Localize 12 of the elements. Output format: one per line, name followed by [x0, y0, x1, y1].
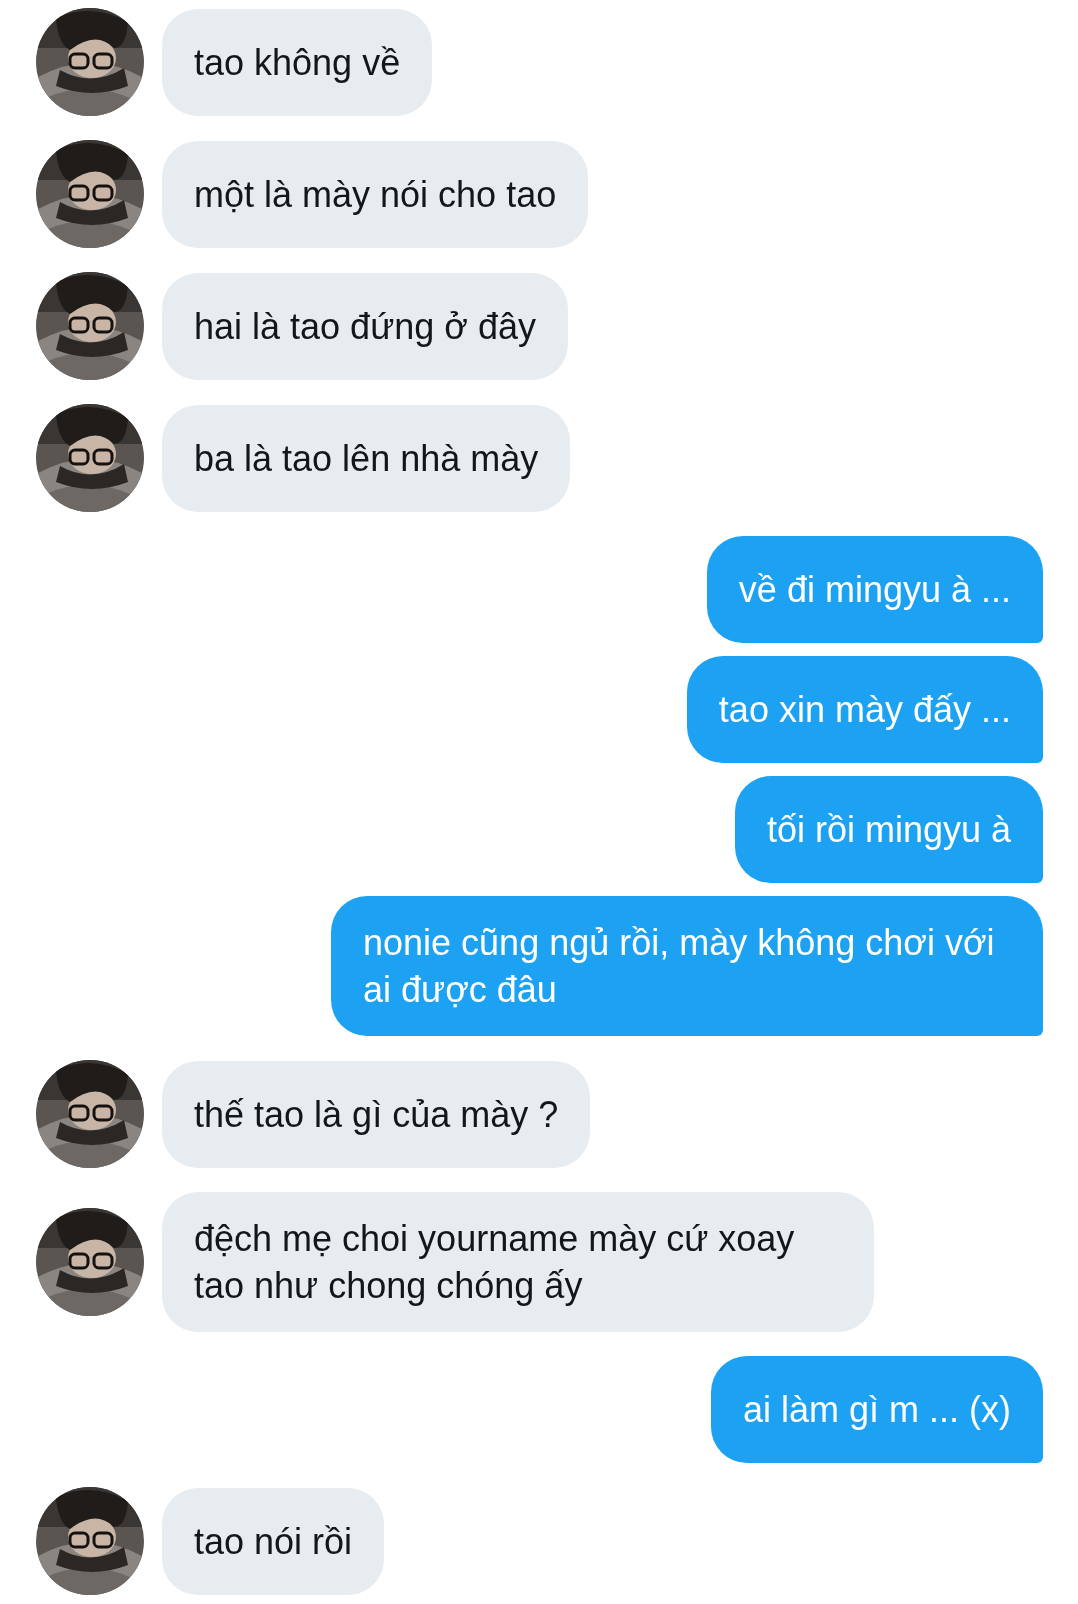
- message-bubble: tao nói rồi: [162, 1487, 385, 1595]
- message-bubble: tao không về: [162, 8, 433, 116]
- message-bubble: thế tao là gì của mày ?: [162, 1060, 591, 1168]
- message-bubble: hai là tao đứng ở đây: [162, 272, 568, 380]
- message-bubble: ai làm gì m ... (x): [710, 1356, 1043, 1463]
- message-bubble: ba là tao lên nhà mày: [162, 404, 571, 512]
- message-bubble: một là mày nói cho tao: [162, 140, 589, 248]
- message-bubble: về đi mingyu à ...: [706, 536, 1043, 643]
- message-bubble: tao xin mày đấy ...: [686, 656, 1043, 763]
- message-bubble: tối rồi mingyu à: [734, 776, 1043, 883]
- message-bubble: nonie cũng ngủ rồi, mày không chơi với ai được đâu: [331, 896, 1043, 1036]
- message-bubble: đệch mẹ choi yourname mày cứ xoay tao như chong chóng ấy: [162, 1192, 874, 1332]
